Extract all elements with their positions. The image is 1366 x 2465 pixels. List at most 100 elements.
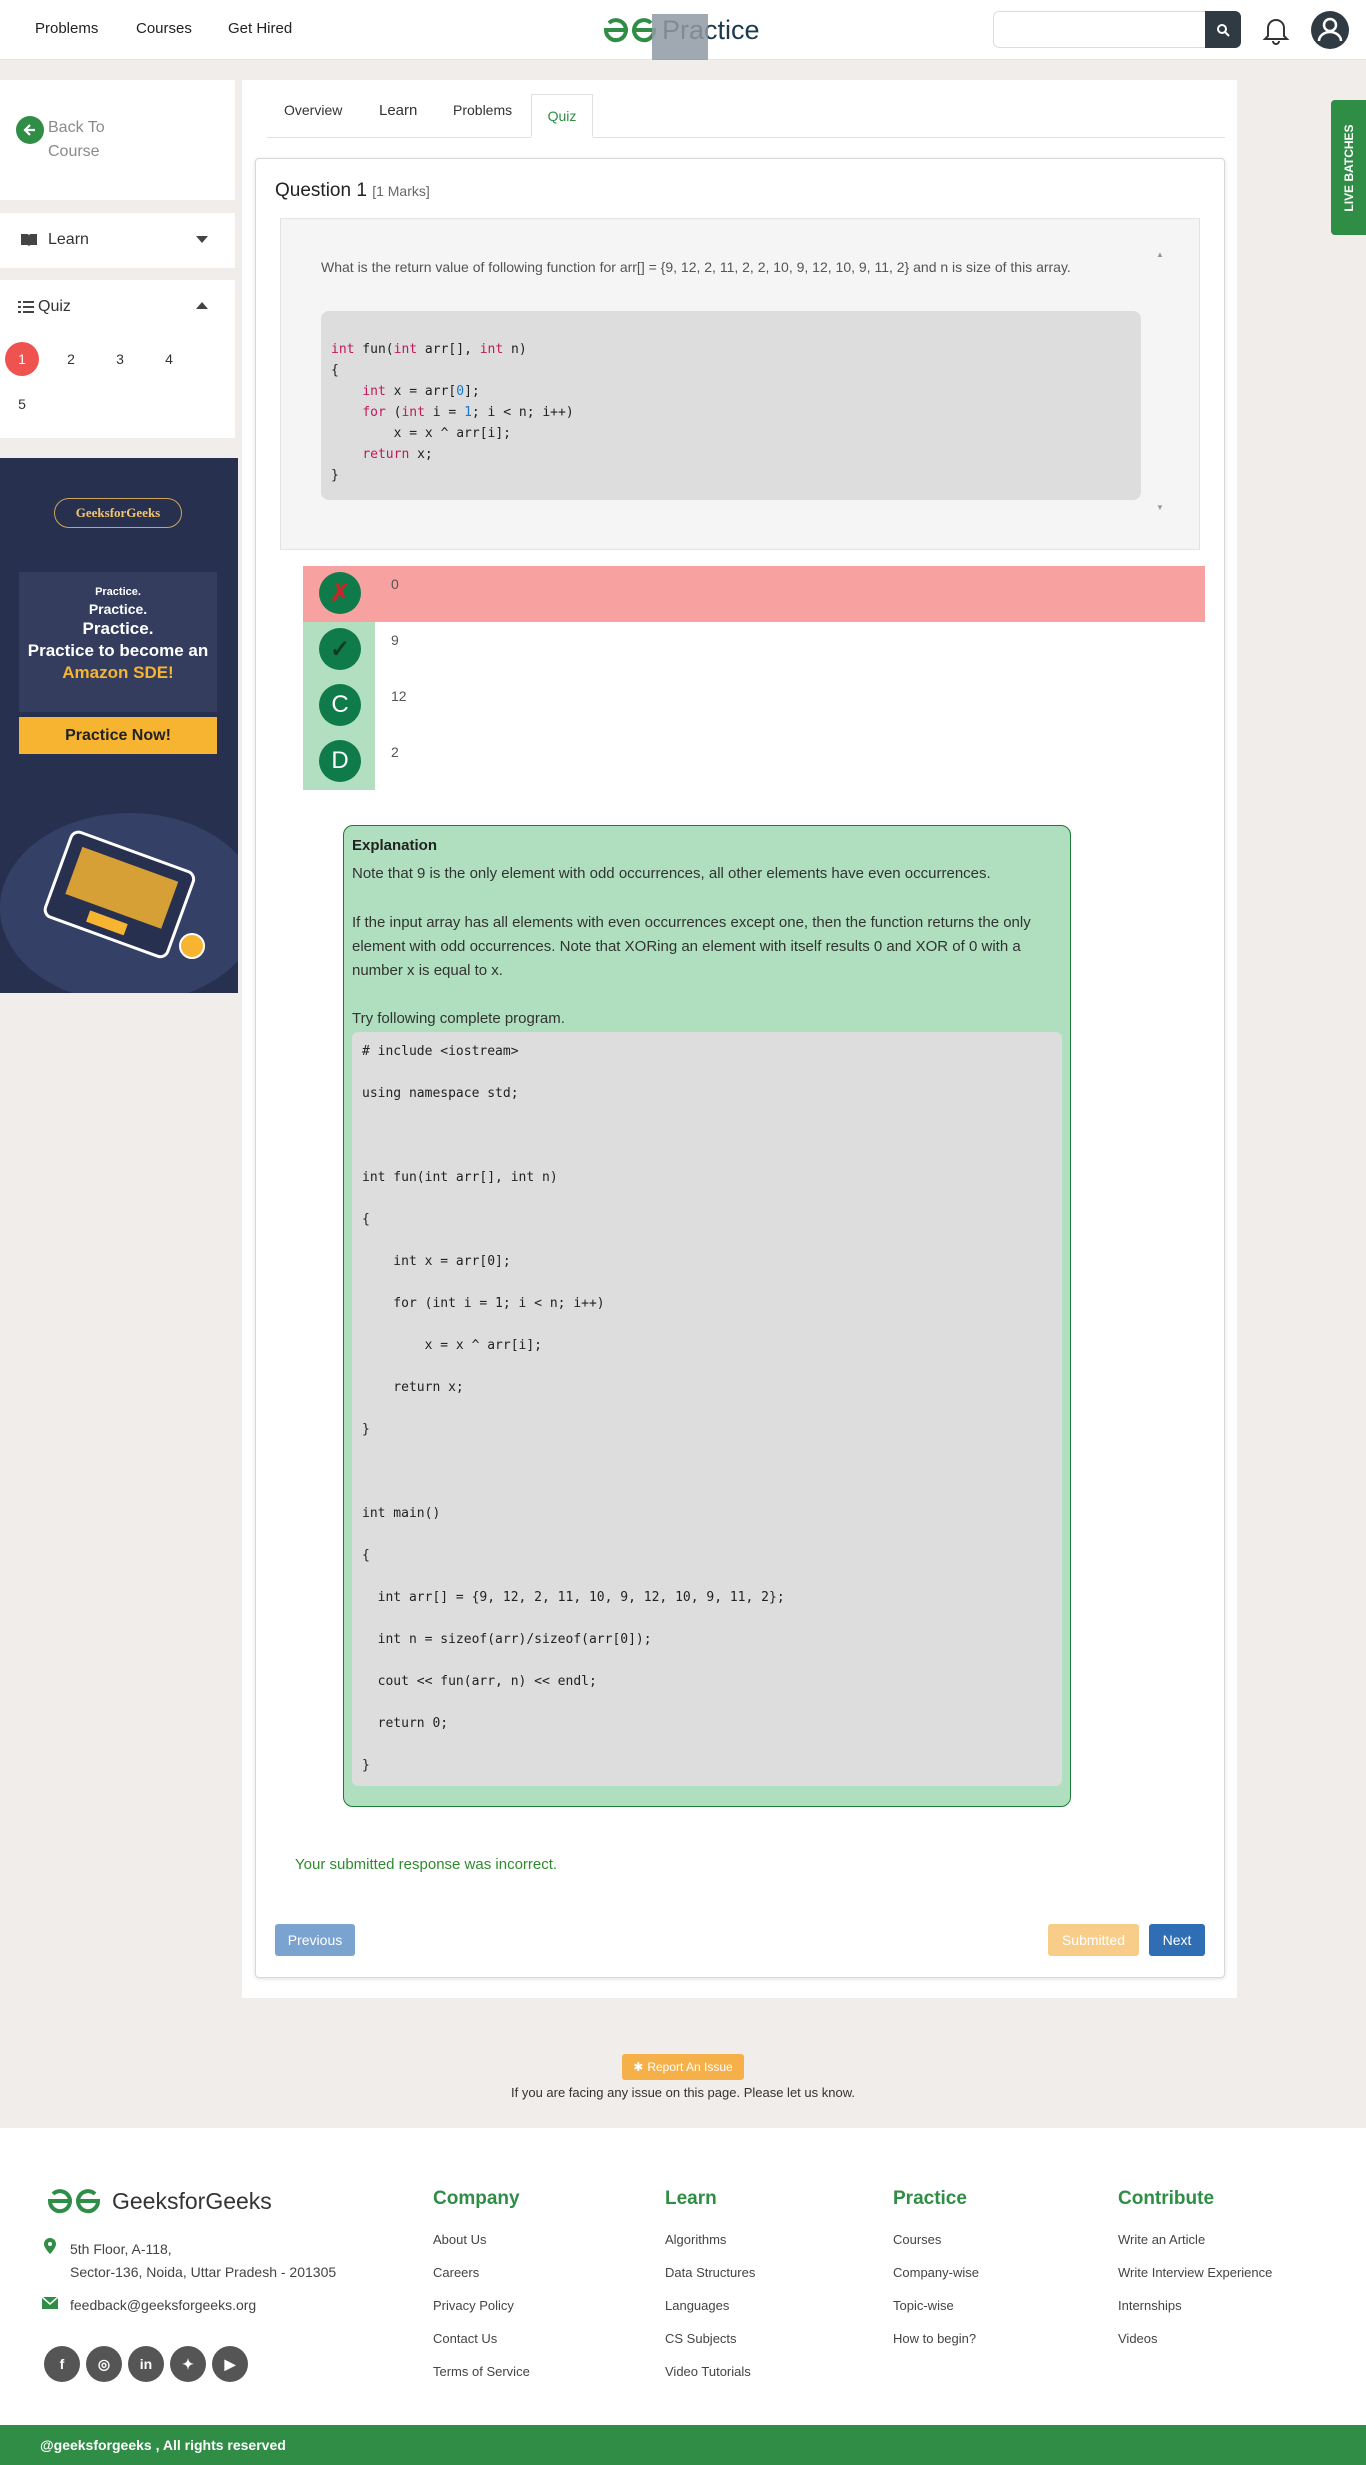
search-input[interactable] (993, 11, 1206, 48)
footer-link-data-structures[interactable]: Data Structures (665, 2265, 755, 2280)
footer-email[interactable]: feedback@geeksforgeeks.org (70, 2297, 256, 2313)
expl-code-line: # include <iostream> (362, 1044, 519, 1059)
ad-line-3: Practice. (82, 619, 154, 638)
profile-icon[interactable] (1310, 10, 1350, 50)
report-issue-button[interactable]: ✱ Report An Issue (622, 2054, 744, 2080)
ad-line-4: Practice to become an (27, 641, 209, 660)
question-title-text: Question 1 (275, 180, 367, 201)
nav-courses[interactable]: Courses (136, 20, 192, 37)
footer-practice-heading: Practice (893, 2188, 967, 2209)
footer-link-internships[interactable]: Internships (1118, 2298, 1182, 2313)
q-code-line: } (331, 468, 339, 483)
expl-code-line: return x; (362, 1380, 464, 1395)
explanation-paragraph-2: If the input array has all elements with… (352, 914, 1031, 979)
live-batches-tab[interactable]: LIVE BATCHES (1331, 100, 1366, 235)
ad-line-1: Practice. (95, 586, 141, 598)
chevron-up-icon[interactable] (196, 302, 208, 310)
tab-overview[interactable]: Overview (284, 102, 342, 118)
footer-address-1: 5th Floor, A-118, (70, 2241, 172, 2257)
option-c-badge: C (319, 684, 361, 726)
quiz-question-5[interactable]: 5 (5, 387, 39, 421)
expl-code-line: int fun(int arr[], int n) (362, 1170, 558, 1185)
ad-line-5: Amazon SDE! (62, 663, 174, 682)
footer-link-careers[interactable]: Careers (433, 2265, 479, 2280)
gfg-logo-icon (47, 2189, 101, 2214)
expl-code-line: } (362, 1422, 370, 1437)
scroll-down-arrow[interactable]: ▼ (1156, 503, 1164, 512)
ad-cta-button[interactable]: Practice Now! (19, 717, 217, 754)
back-to-course-link[interactable]: Back To Course (48, 116, 138, 164)
submitted-button[interactable]: Submitted (1048, 1924, 1139, 1956)
report-issue-text: If you are facing any issue on this page… (511, 2085, 855, 2100)
footer-link-company-wise[interactable]: Company-wise (893, 2265, 979, 2280)
tab-problems[interactable]: Problems (453, 102, 512, 118)
instagram-icon[interactable]: ◎ (86, 2346, 122, 2382)
footer-link-cs-subjects[interactable]: CS Subjects (665, 2331, 737, 2346)
copyright-text: @geeksforgeeks , All rights reserved (40, 2437, 286, 2453)
expl-code-line: cout << fun(arr, n) << endl; (362, 1674, 597, 1689)
option-a-row[interactable] (303, 566, 1205, 622)
loading-overlay (652, 14, 708, 60)
facebook-icon[interactable]: f (44, 2346, 80, 2382)
footer-link-contact-us[interactable]: Contact Us (433, 2331, 497, 2346)
search-button[interactable] (1205, 11, 1241, 48)
ad-brand: GeeksforGeeks (54, 498, 182, 528)
youtube-icon[interactable]: ▶ (212, 2346, 248, 2382)
quiz-question-4[interactable]: 4 (152, 342, 186, 376)
scroll-up-arrow[interactable]: ▲ (1156, 250, 1164, 259)
nav-problems[interactable]: Problems (35, 20, 98, 37)
footer-link-write-interview[interactable]: Write Interview Experience (1118, 2265, 1272, 2280)
footer-link-algorithms[interactable]: Algorithms (665, 2232, 726, 2247)
footer-link-languages[interactable]: Languages (665, 2298, 729, 2313)
footer-logo[interactable]: GeeksforGeeks (44, 2186, 272, 2216)
expl-code-line: x = x ^ arr[i]; (362, 1338, 543, 1353)
footer-company-heading: Company (433, 2188, 520, 2209)
quiz-question-1[interactable]: 1 (5, 342, 39, 376)
quiz-question-2[interactable]: 2 (54, 342, 88, 376)
linkedin-icon[interactable]: in (128, 2346, 164, 2382)
footer-link-write-article[interactable]: Write an Article (1118, 2232, 1205, 2247)
book-icon (21, 234, 37, 247)
question-code-block: int fun(int arr[], int n) { int x = arr[… (321, 311, 1141, 500)
footer-link-terms[interactable]: Terms of Service (433, 2364, 530, 2379)
footer-link-courses[interactable]: Courses (893, 2232, 941, 2247)
wrong-answer-icon: ✗ (319, 572, 361, 614)
report-issue-label: Report An Issue (647, 2060, 733, 2074)
list-icon (18, 301, 34, 313)
expl-code-line: } (362, 1758, 370, 1773)
footer-contribute-heading: Contribute (1118, 2188, 1215, 2209)
footer-learn-heading: Learn (665, 2188, 717, 2209)
live-batches-label: LIVE BATCHES (1341, 123, 1356, 212)
footer-link-privacy-policy[interactable]: Privacy Policy (433, 2298, 514, 2313)
option-b-value[interactable]: 9 (391, 632, 399, 648)
expl-code-line: int main() (362, 1506, 441, 1521)
nav-get-hired[interactable]: Get Hired (228, 20, 292, 37)
option-d-value[interactable]: 2 (391, 744, 399, 760)
quiz-question-3[interactable]: 3 (103, 342, 137, 376)
search-icon (1217, 23, 1230, 37)
practice-ad-banner[interactable]: GeeksforGeeks Practice. Practice. Practi… (0, 458, 238, 993)
chevron-down-icon[interactable] (196, 236, 208, 244)
footer-link-about-us[interactable]: About Us (433, 2232, 486, 2247)
gfg-logo-icon (603, 18, 657, 43)
expl-code-line: return 0; (362, 1716, 449, 1731)
expl-code-line: using namespace std; (362, 1086, 519, 1101)
tab-quiz[interactable]: Quiz (531, 94, 593, 138)
bell-icon[interactable] (1260, 14, 1292, 46)
sidebar-quiz-label[interactable]: Quiz (38, 298, 71, 316)
tab-learn[interactable]: Learn (379, 102, 417, 119)
question-marks: [1 Marks] (372, 183, 430, 199)
explanation-paragraph-3: Try following complete program. (352, 1010, 565, 1027)
laptop-illustration (0, 813, 238, 993)
option-c-value[interactable]: 12 (391, 688, 407, 704)
sidebar-learn-label[interactable]: Learn (48, 231, 89, 249)
footer-link-videos[interactable]: Videos (1118, 2331, 1158, 2346)
footer-link-topic-wise[interactable]: Topic-wise (893, 2298, 954, 2313)
twitter-icon[interactable]: ✦ (170, 2346, 206, 2382)
footer-link-how-to-begin[interactable]: How to begin? (893, 2331, 976, 2346)
previous-button[interactable]: Previous (275, 1924, 355, 1956)
explanation-title: Explanation (352, 837, 438, 854)
next-button[interactable]: Next (1149, 1924, 1205, 1956)
back-arrow-icon[interactable] (16, 116, 44, 144)
footer-link-video-tutorials[interactable]: Video Tutorials (665, 2364, 751, 2379)
